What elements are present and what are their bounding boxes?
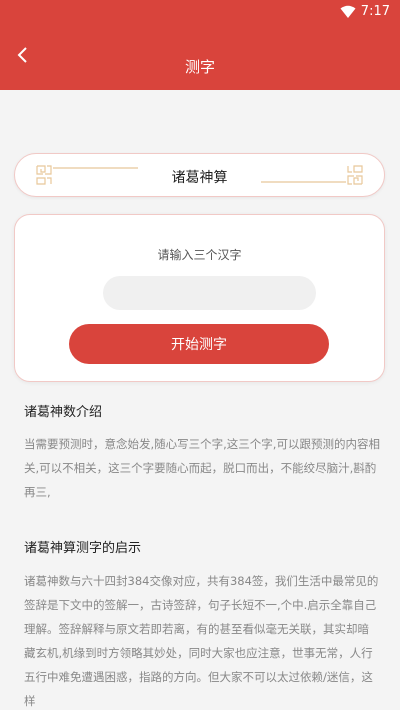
characters-input[interactable] bbox=[103, 276, 316, 310]
wifi-icon bbox=[340, 5, 356, 18]
section-title-intro: 诸葛神数介绍 bbox=[24, 405, 103, 420]
app-bar: 测字 bbox=[0, 24, 400, 90]
section-body-revelation: 诸葛神数与六十四封384交像对应，共有384签，我们生活中最常见的签辞是下文中的… bbox=[24, 574, 379, 708]
section-title-revelation: 诸葛神算测字的启示 bbox=[24, 541, 142, 556]
page-title: 测字 bbox=[184, 58, 215, 76]
ornament-right-icon bbox=[261, 165, 363, 185]
start-button[interactable]: 开始测字 bbox=[69, 324, 329, 364]
section-body-intro: 当需要预测时，意念始发,随心写三个字,这三个字,可以跟预测的内容相关,可以不相关… bbox=[24, 437, 380, 499]
status-time: 7:17 bbox=[360, 4, 390, 19]
input-hint: 请输入三个汉字 bbox=[157, 248, 242, 262]
status-bar: 7:17 bbox=[0, 0, 400, 24]
banner: 诸葛神算 bbox=[14, 153, 385, 197]
input-card: 请输入三个汉字 开始测字 bbox=[14, 214, 385, 382]
